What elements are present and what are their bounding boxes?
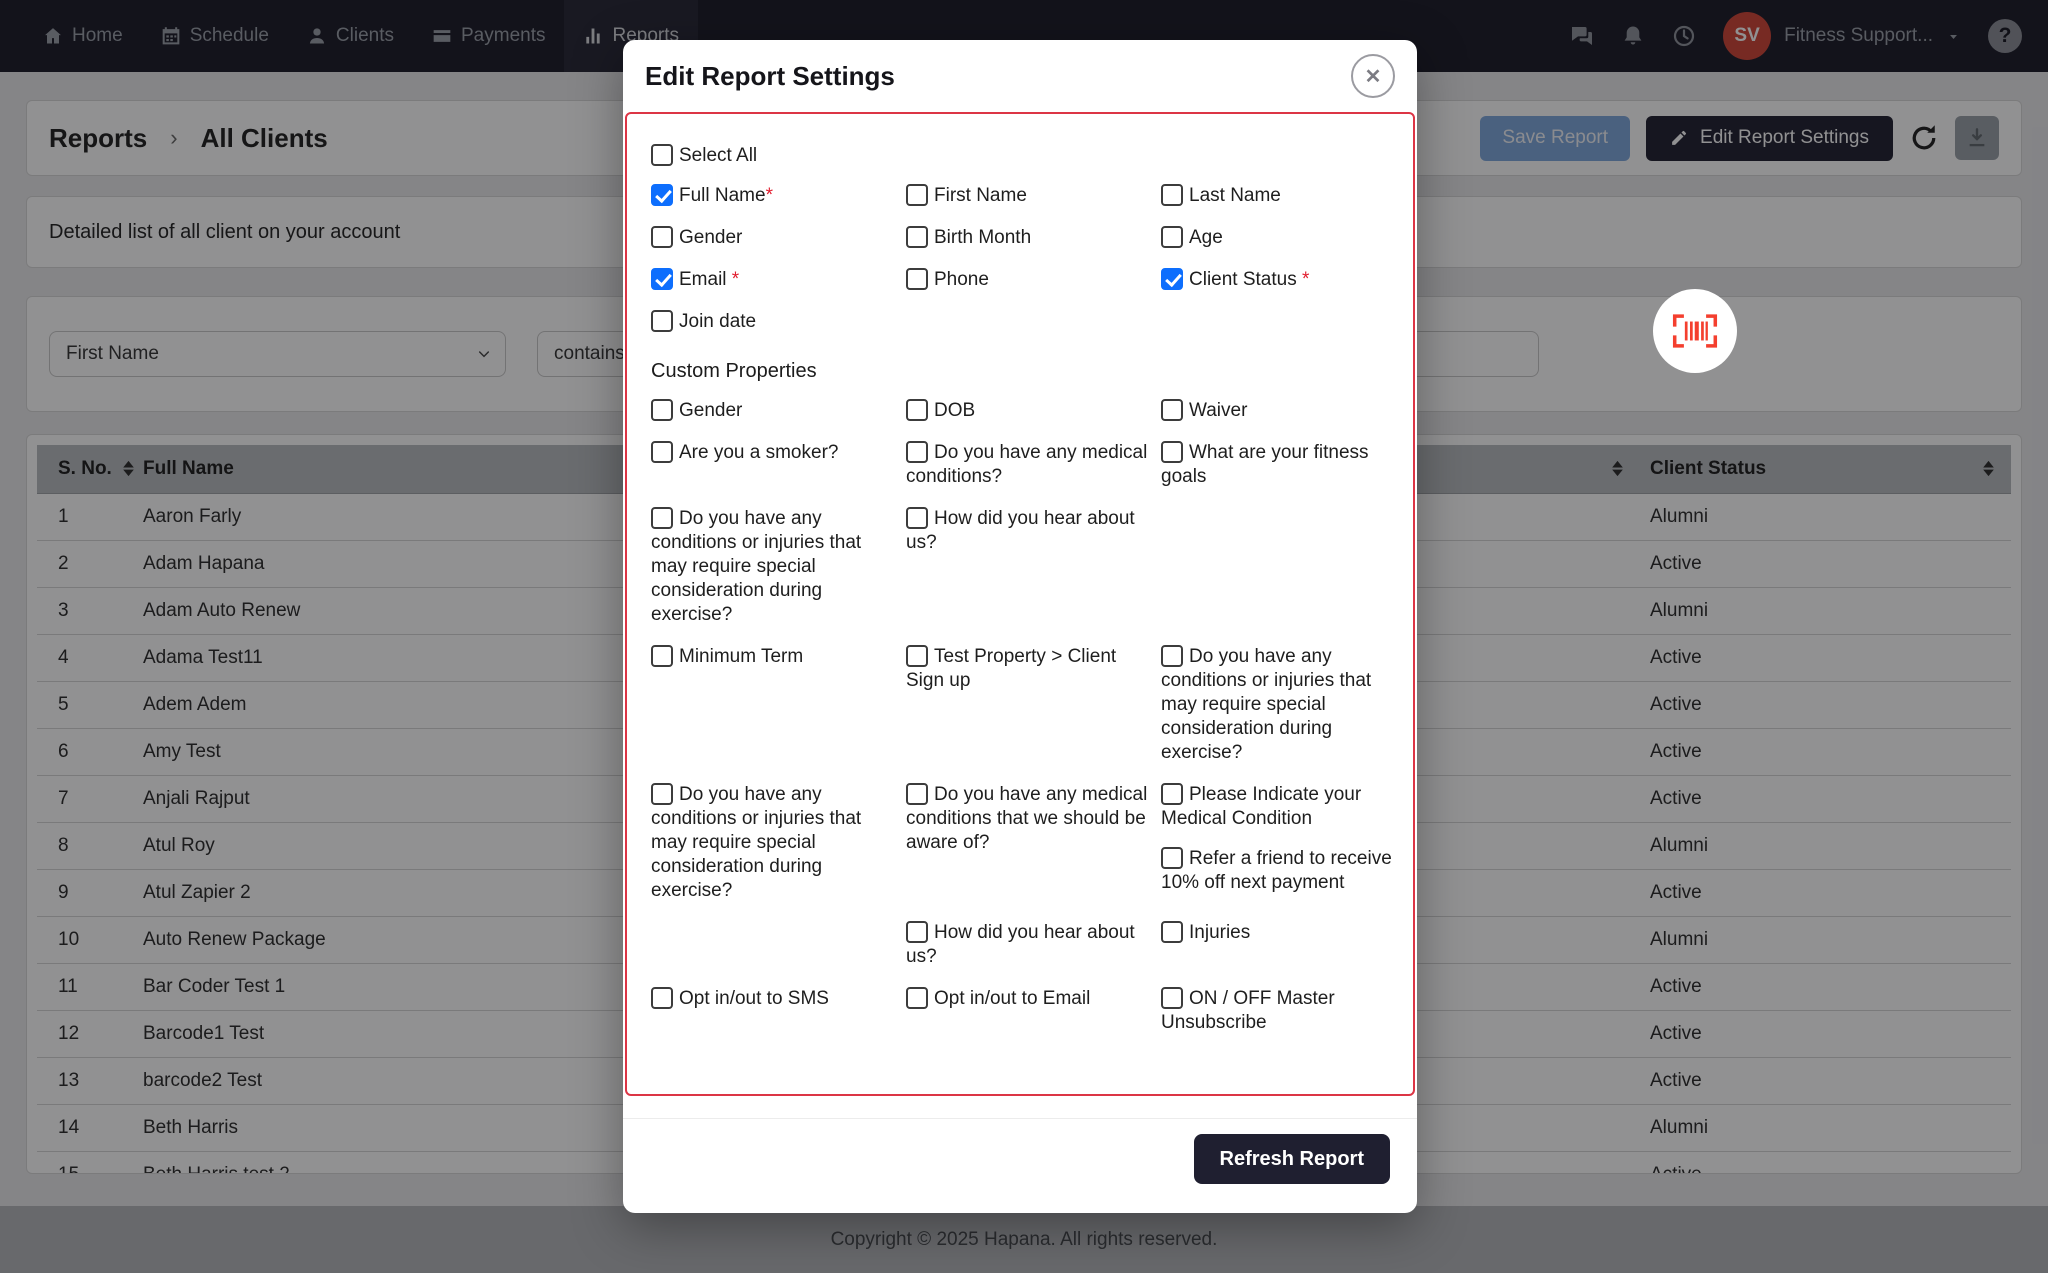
custom-field-checkbox[interactable]: Test Property > Client Sign up [906,645,1151,693]
required-asterisk: * [1297,269,1310,290]
checkbox [906,783,928,805]
checkbox [906,645,928,667]
custom-field-checkbox[interactable]: Opt in/out to Email [906,987,1151,1011]
custom-field-checkbox[interactable]: Do you have any medical conditions that … [906,783,1151,855]
checkbox [1161,645,1183,667]
custom-field-checkbox[interactable]: How did you hear about us? [906,921,1151,969]
report-field-checkbox[interactable]: Email * [651,268,896,292]
custom-field-checkbox[interactable]: Please Indicate your Medical Condition R… [1161,783,1406,895]
standard-fields-grid: Full Name* First Name Last Name Gender B… [651,184,1405,334]
custom-field-checkbox[interactable]: Do you have any conditions or injuries t… [1161,645,1406,765]
checkbox [651,783,673,805]
checkbox [906,268,928,290]
report-field-checkbox[interactable]: Gender [651,226,896,250]
custom-field-checkbox[interactable]: Are you a smoker? [651,441,896,465]
checkbox [1161,441,1183,463]
checkbox [906,507,928,529]
checkbox [651,184,673,206]
custom-field-checkbox[interactable]: How did you hear about us? [906,507,1151,555]
report-field-checkbox[interactable]: Phone [906,268,1151,292]
edit-report-settings-modal: Edit Report Settings ✕ Select All Full N… [623,40,1417,1213]
custom-field-checkbox[interactable]: Gender [651,399,896,423]
required-asterisk: * [766,185,773,206]
barcode-icon [1672,313,1718,349]
custom-field-checkbox[interactable]: Do you have any conditions or injuries t… [651,783,896,903]
checkbox [1161,184,1183,206]
report-field-checkbox[interactable]: Client Status * [1161,268,1406,292]
report-fields-box: Select All Full Name* First Name Last Na… [625,112,1415,1096]
report-field-checkbox[interactable]: Full Name* [651,184,896,208]
checkbox [651,399,673,421]
checkbox [651,507,673,529]
custom-field-checkbox[interactable]: Waiver [1161,399,1406,423]
checkbox [651,268,673,290]
checkbox [1161,921,1183,943]
checkbox [651,310,673,332]
report-field-checkbox[interactable]: Age [1161,226,1406,250]
checkbox [651,144,673,166]
custom-properties-heading: Custom Properties [651,360,1405,383]
custom-field-checkbox[interactable]: Opt in/out to SMS [651,987,896,1011]
checkbox [1161,783,1183,805]
report-field-checkbox[interactable]: Birth Month [906,226,1151,250]
required-asterisk: * [727,269,740,290]
refresh-report-button[interactable]: Refresh Report [1194,1134,1390,1184]
report-field-checkbox[interactable]: First Name [906,184,1151,208]
custom-field-checkbox[interactable]: Do you have any conditions or injuries t… [651,507,896,627]
custom-field-checkbox[interactable]: Do you have any medical conditions? [906,441,1151,489]
checkbox [906,184,928,206]
checkbox [1161,226,1183,248]
custom-field-checkbox[interactable]: Injuries [1161,921,1406,945]
barcode-scan-spotlight[interactable] [1653,289,1737,373]
checkbox [906,921,928,943]
checkbox [1161,847,1183,869]
checkbox [651,441,673,463]
modal-title: Edit Report Settings [645,61,895,92]
select-all-checkbox[interactable]: Select All [651,144,1405,168]
checkbox [906,441,928,463]
custom-field-checkbox[interactable]: Minimum Term [651,645,896,669]
close-icon[interactable]: ✕ [1351,54,1395,98]
report-field-checkbox[interactable]: Join date [651,310,896,334]
checkbox [1161,987,1183,1009]
checkbox [906,987,928,1009]
checkbox [651,645,673,667]
checkbox [906,399,928,421]
custom-field-checkbox[interactable]: DOB [906,399,1151,423]
modal-footer-divider [623,1118,1417,1119]
checkbox [651,226,673,248]
checkbox [651,987,673,1009]
checkbox [1161,399,1183,421]
custom-field-checkbox[interactable]: ON / OFF Master Unsubscribe [1161,987,1406,1035]
custom-fields-grid: Gender DOB Waiver Are you a smoker? [651,399,1405,1035]
checkbox [1161,268,1183,290]
checkbox [906,226,928,248]
custom-field-checkbox[interactable]: What are your fitness goals [1161,441,1406,489]
report-field-checkbox[interactable]: Last Name [1161,184,1406,208]
